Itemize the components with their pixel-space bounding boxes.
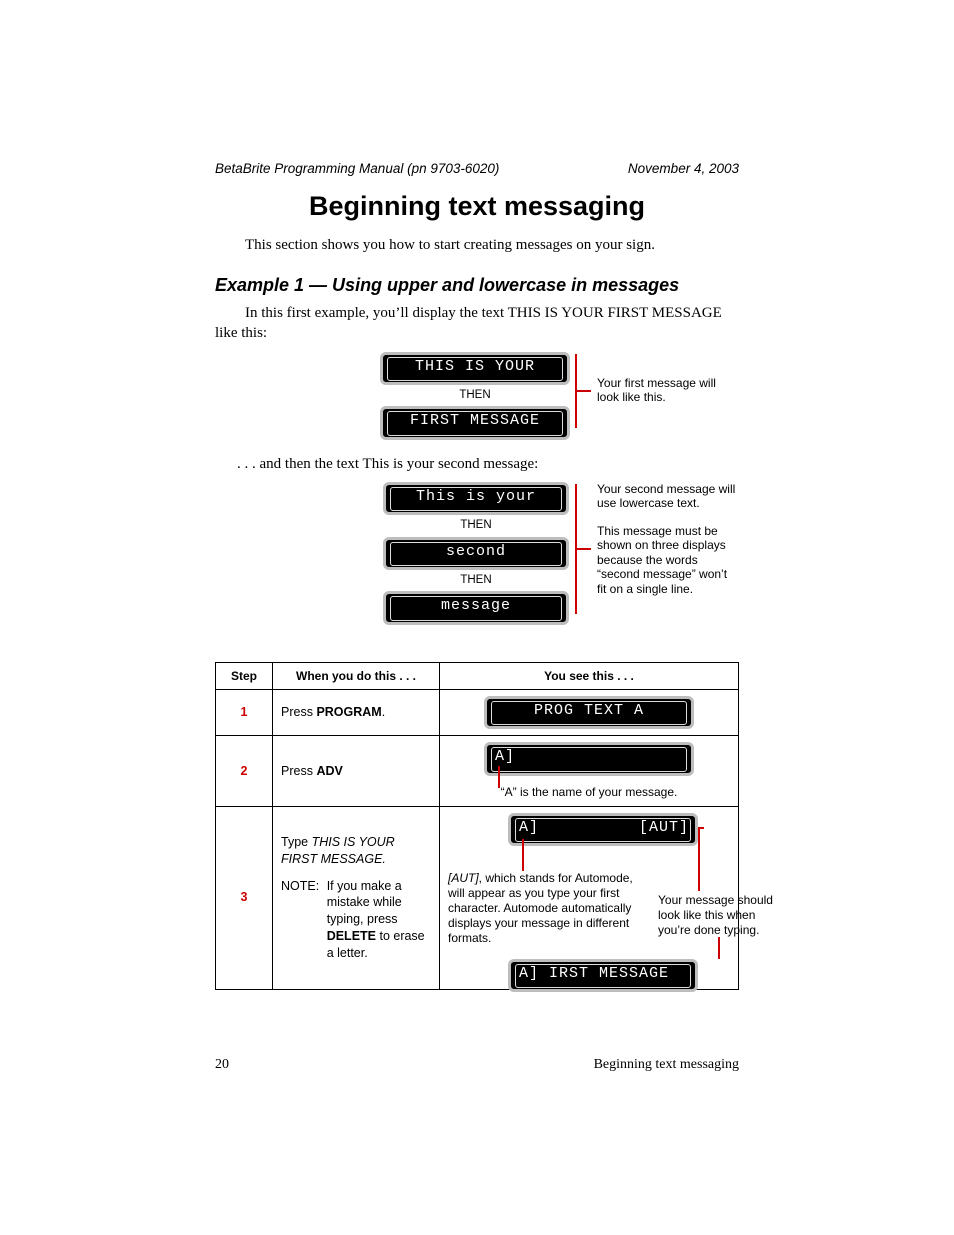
callout-first-message: Your first message will look like this. — [597, 376, 737, 405]
callout-line — [575, 548, 591, 550]
running-left: BetaBrite Programming Manual (pn 9703-60… — [215, 160, 499, 178]
col-result: You see this . . . — [440, 662, 739, 689]
text: Press — [281, 705, 316, 719]
running-header: BetaBrite Programming Manual (pn 9703-60… — [215, 160, 739, 178]
sign-text: A] IRST MESSAGE — [519, 964, 669, 984]
callout-second-lowercase: Your second message will use lowercase t… — [597, 482, 737, 511]
note-done-typing: Your message should look like this when … — [658, 893, 778, 938]
note-body: If you make a mistake while typing, pres… — [323, 878, 427, 962]
example-heading: Example 1 — Using upper and lowercase in… — [215, 273, 739, 297]
demo-1: THIS IS YOUR THEN FIRST MESSAGE Your fir… — [215, 352, 739, 440]
page-footer: 20 Beginning text messaging — [215, 1056, 739, 1075]
page-number: 20 — [215, 1056, 229, 1075]
sign-this-is-your-2: This is your — [383, 482, 569, 515]
sign-a-aut: A] [AUT] — [508, 813, 698, 846]
sign-a-bracket: A] — [484, 742, 694, 775]
sign-text: A] — [495, 747, 515, 767]
step-number: 2 — [216, 736, 273, 806]
text: Type — [281, 835, 312, 849]
sign-text-right: [AUT] — [639, 818, 689, 838]
sign-message: message — [383, 591, 569, 624]
paragraph-2: . . . and then the text This is your sec… — [237, 454, 739, 474]
callout-line — [575, 390, 591, 392]
page: BetaBrite Programming Manual (pn 9703-60… — [0, 0, 954, 1235]
step-result: PROG TEXT A — [440, 690, 739, 736]
table-row: 2 Press ADV A] “A” is the name of your m… — [216, 736, 739, 806]
step-number: 1 — [216, 690, 273, 736]
step-action: Press PROGRAM. — [273, 690, 440, 736]
text: Press — [281, 764, 316, 778]
key-adv: ADV — [316, 764, 342, 778]
table-row: 3 Type THIS IS YOUR FIRST MESSAGE. NOTE:… — [216, 806, 739, 989]
sign-irst-message: A] IRST MESSAGE — [508, 959, 698, 992]
intro-paragraph: This section shows you how to start crea… — [215, 235, 739, 255]
sign-prog-text-a: PROG TEXT A — [484, 696, 694, 729]
col-step: Step — [216, 662, 273, 689]
then-label: THEN — [380, 388, 570, 404]
text-aut: [AUT] — [448, 871, 479, 885]
then-label: THEN — [383, 573, 569, 589]
callout-line — [718, 937, 720, 959]
note-lead: NOTE: — [281, 879, 319, 893]
paragraph-1: In this first example, you’ll display th… — [215, 303, 739, 344]
step-action: Type THIS IS YOUR FIRST MESSAGE. NOTE: I… — [273, 806, 440, 989]
page-title: Beginning text messaging — [215, 188, 739, 224]
running-right: November 4, 2003 — [628, 160, 739, 178]
callout-second-three-displays: This message must be shown on three disp… — [597, 524, 737, 596]
then-label: THEN — [383, 518, 569, 534]
key-program: PROGRAM — [316, 705, 381, 719]
text: . — [382, 705, 385, 719]
callout-line — [498, 766, 500, 788]
text: If you make a mistake while typing, pres… — [327, 879, 402, 927]
sign-this-is-your: THIS IS YOUR — [380, 352, 570, 385]
caption-a-name: “A” is the name of your message. — [448, 784, 730, 800]
sign-text-left: A] — [519, 818, 539, 838]
callout-line — [698, 827, 700, 891]
step-result: A] “A” is the name of your message. — [440, 736, 739, 806]
step-number: 3 — [216, 806, 273, 989]
demo-2: This is your THEN second THEN message Yo… — [215, 482, 739, 632]
step-action: Press ADV — [273, 736, 440, 806]
table-row: 1 Press PROGRAM. PROG TEXT A — [216, 690, 739, 736]
sign-first-message: FIRST MESSAGE — [380, 406, 570, 439]
callout-line — [522, 839, 524, 871]
sign-second: second — [383, 537, 569, 570]
note-automode: [AUT], which stands for Automode, will a… — [448, 871, 648, 946]
key-delete: DELETE — [327, 929, 376, 943]
col-action: When you do this . . . — [273, 662, 440, 689]
step-result: A] [AUT] [AUT], which stands for Automod… — [440, 806, 739, 989]
callout-line — [698, 827, 704, 829]
section-label: Beginning text messaging — [594, 1056, 739, 1075]
steps-table: Step When you do this . . . You see this… — [215, 662, 739, 990]
table-header-row: Step When you do this . . . You see this… — [216, 662, 739, 689]
